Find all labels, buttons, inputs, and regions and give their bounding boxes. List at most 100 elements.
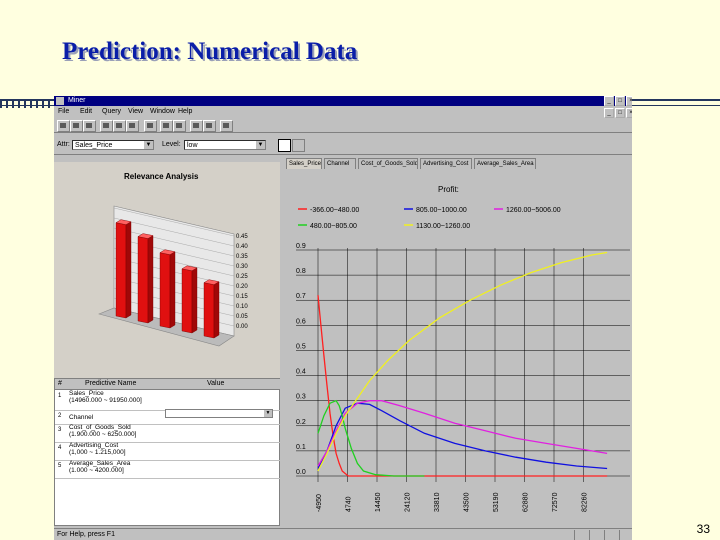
filter-bar: Attr: Sales_Price ▼ Level: low ▼ (54, 136, 632, 155)
window-title: Miner (68, 97, 86, 104)
grid-header-name: Predictive Name (85, 380, 137, 387)
table-row[interactable]: 2 Channel ▼ (55, 409, 281, 425)
statusbar: For Help, press F1 (54, 528, 632, 540)
relevance-bar-side (191, 267, 198, 334)
plot-pane: Profit: -366.00~480.00 805.00~1000.00 1260… (280, 170, 632, 528)
relevance-bar (181, 268, 193, 334)
x-tick-label: 14450 (375, 492, 382, 512)
window-controls: _ □ × (604, 96, 632, 106)
attr-select-value: Sales_Price (75, 142, 113, 149)
app-icon (56, 97, 64, 105)
menu-help[interactable]: Help (178, 108, 192, 115)
axis-tick-label: 0.40 (236, 244, 248, 250)
relevance-bar (159, 252, 171, 329)
tab-channel[interactable]: Channel (324, 158, 356, 169)
y-tick-label: 0.4 (296, 369, 306, 376)
row-name: Average_Sales_Area (1.000 ~ 4200.000] (69, 460, 131, 474)
series-line (317, 251, 608, 472)
x-tick-label: 72570 (552, 492, 559, 512)
open-icon[interactable] (70, 120, 83, 132)
maximize-button[interactable]: □ (615, 96, 625, 106)
x-tick-label: 43500 (464, 492, 471, 512)
tab-advertising[interactable]: Advertising_Cost (420, 158, 472, 169)
menu-window[interactable]: Window (150, 108, 175, 115)
row-num: 5 (58, 463, 62, 469)
relevance-bar (137, 236, 149, 324)
legend-label: 1260.00~5006.00 (506, 207, 561, 214)
relevance-title: Relevance Analysis (124, 172, 199, 181)
row-num: 1 (58, 393, 62, 399)
tools-icon[interactable] (190, 120, 203, 132)
tab-cost-of-goods[interactable]: Cost_of_Goods_Sold (358, 158, 418, 169)
apply-button[interactable] (278, 139, 291, 152)
query-icon[interactable] (160, 120, 173, 132)
level-select-value: low (187, 142, 198, 149)
cut-icon[interactable] (100, 120, 113, 132)
status-divider (619, 530, 620, 540)
value-select[interactable]: ▼ (165, 409, 273, 418)
attr-select[interactable]: Sales_Price ▼ (72, 140, 154, 150)
doc-restore-button[interactable]: □ (615, 108, 625, 118)
menu-view[interactable]: View (128, 108, 143, 115)
chevron-down-icon: ▼ (144, 141, 153, 149)
status-text: For Help, press F1 (57, 531, 115, 538)
menu-query[interactable]: Query (102, 108, 121, 115)
options-button[interactable] (292, 139, 305, 152)
attr-label: Attr: (57, 141, 70, 148)
level-select[interactable]: low ▼ (184, 140, 266, 150)
paste-icon[interactable] (126, 120, 139, 132)
chevron-down-icon: ▼ (256, 141, 265, 149)
x-tick-label: 62880 (523, 492, 530, 512)
save-icon[interactable] (83, 120, 96, 132)
grid-header: # Predictive Name Value (55, 379, 281, 390)
y-tick-label: 0.3 (296, 394, 306, 401)
level-label: Level: (162, 141, 181, 148)
legend-label: 480.00~805.00 (310, 223, 357, 230)
relevance-bar-side (169, 251, 176, 329)
table-row[interactable]: 5 Average_Sales_Area (1.000 ~ 4200.000] (55, 460, 281, 479)
status-divider (589, 530, 590, 540)
x-tick-label: 24120 (405, 492, 412, 512)
page-number: 33 (696, 522, 710, 536)
help-icon[interactable] (220, 120, 233, 132)
copy-icon[interactable] (113, 120, 126, 132)
row-num: 4 (58, 445, 62, 451)
tab-average-sales-area[interactable]: Average_Sales_Area (474, 158, 536, 169)
tab-sales-price[interactable]: Sales_Price (286, 158, 322, 169)
new-icon[interactable] (57, 120, 70, 132)
print-icon[interactable] (144, 120, 157, 132)
y-tick-label: 0.7 (296, 293, 306, 300)
menubar: File Edit Query View Window Help _ □ × (54, 107, 632, 118)
relevance-bar-side (213, 281, 220, 339)
x-tick-label: 33810 (434, 492, 441, 512)
menu-edit[interactable]: Edit (80, 108, 92, 115)
menu-file[interactable]: File (58, 108, 69, 115)
row-name: Sales_Price (14960.000 ~ 91950.000] (69, 390, 142, 404)
axis-tick-label: 0.15 (236, 294, 248, 300)
minimize-button[interactable]: _ (604, 96, 614, 106)
grid-header-value: Value (207, 380, 225, 387)
y-tick-label: 0.2 (296, 419, 306, 426)
relevance-bar-side (125, 221, 132, 319)
doc-minimize-button[interactable]: _ (604, 108, 614, 118)
app-window: Miner _ □ × File Edit Query View Window … (54, 96, 632, 540)
table-row[interactable]: 1 Sales_Price (14960.000 ~ 91950.000] (55, 390, 281, 411)
wizard-icon[interactable] (203, 120, 216, 132)
y-tick-label: 0.0 (296, 469, 306, 476)
series-line (317, 295, 608, 477)
title-rule-dots (0, 99, 60, 108)
relevance-bar (203, 282, 215, 339)
table-row[interactable]: 3 Cost_of_Goods_Sold (1.900.000 ~ 6250.0… (55, 424, 281, 443)
status-divider (604, 530, 605, 540)
mine-icon[interactable] (173, 120, 186, 132)
doc-close-button[interactable]: × (626, 108, 632, 118)
table-row[interactable]: 4 Advertising_Cost (1,000 ~ 1.215,000] (55, 442, 281, 461)
row-num: 3 (58, 427, 62, 433)
close-button[interactable]: × (626, 96, 632, 106)
y-tick-label: 0.5 (296, 343, 306, 350)
toolbar (54, 118, 632, 133)
row-name: Channel (69, 414, 94, 421)
relevance-bar-side (147, 235, 154, 324)
chevron-down-icon: ▼ (264, 410, 272, 417)
axis-tick-label: 0.20 (236, 284, 248, 290)
